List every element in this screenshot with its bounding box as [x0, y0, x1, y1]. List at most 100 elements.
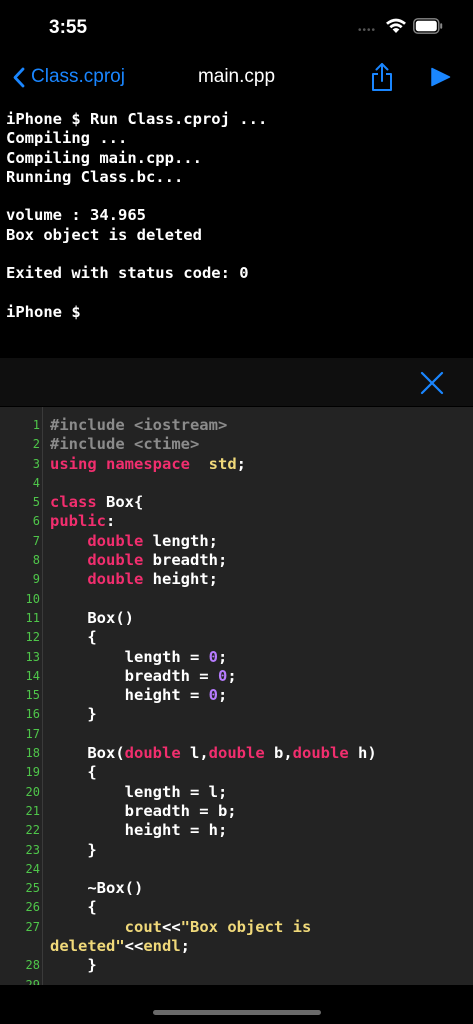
cellular-signal-icon: ••••: [358, 25, 377, 36]
code-line: 9 double height;: [0, 570, 473, 589]
code-line-text: breadth = 0;: [50, 667, 237, 686]
bottom-bar: [0, 985, 473, 1024]
code-line: 27 cout<<"Box object is deleted"<<endl;: [0, 918, 473, 957]
line-number: 4: [32, 475, 40, 490]
code-token: height;: [143, 570, 218, 589]
play-icon[interactable]: [430, 67, 451, 87]
code-token: ;: [217, 686, 228, 705]
code-token: std: [208, 454, 237, 473]
line-number: 23: [25, 842, 40, 857]
code-line-text: height = h;: [50, 821, 228, 840]
code-token: double: [208, 744, 265, 763]
code-line: 1 #include <iostream>: [0, 416, 473, 435]
code-line: 8 double breadth;: [0, 551, 473, 570]
code-token: length;: [143, 531, 218, 550]
code-token: h): [348, 744, 377, 763]
code-line: 18 Box(double l,double b,double h): [0, 744, 473, 763]
share-icon[interactable]: [370, 62, 394, 92]
code-line-text: }: [50, 956, 96, 975]
code-line: 22 height = h;: [0, 821, 473, 840]
code-line-text: class Box{: [50, 493, 143, 512]
line-number: 6: [32, 514, 40, 529]
code-line-wrap: deleted"<<endl;: [50, 937, 190, 956]
code-line: 6 public:: [0, 512, 473, 531]
line-number: 19: [25, 765, 40, 780]
code-token: #include <iostream>: [50, 416, 228, 434]
code-text[interactable]: 1 #include <iostream> 2 #include <ctime> 3 us…: [0, 416, 473, 985]
code-token: <<: [124, 937, 144, 956]
code-line-text: double length;: [50, 532, 218, 551]
line-number: 21: [25, 803, 40, 818]
code-line-text: cout<<"Box object is: [50, 918, 312, 937]
code-line: 28 }: [0, 956, 473, 975]
code-token: public: [50, 512, 106, 531]
code-line-text: length = 0;: [50, 647, 228, 667]
code-line-text: using namespace std;: [50, 455, 246, 474]
code-line: 20 length = l;: [0, 783, 473, 802]
code-token: length =: [50, 647, 209, 666]
console-line: Exited with status code: 0: [6, 264, 249, 283]
line-number: 11: [25, 610, 40, 625]
line-number: 24: [25, 861, 40, 876]
back-button[interactable]: Class.cproj: [12, 66, 125, 88]
code-token: b,: [264, 744, 293, 763]
code-line: 21 breadth = b;: [0, 802, 473, 821]
line-number: 27: [25, 919, 40, 934]
code-line-text: breadth = b;: [50, 802, 237, 821]
code-line: 11 Box(): [0, 609, 473, 628]
code-token: double: [87, 531, 144, 550]
code-line-text: Box(double l,double b,double h): [50, 744, 377, 763]
code-token: double: [87, 551, 144, 570]
console-line: Compiling ...: [6, 129, 128, 148]
code-token: 0: [217, 666, 228, 685]
code-token: }: [50, 705, 97, 724]
code-line-text: double height;: [50, 570, 218, 589]
code-line-text: #include <ctime>: [50, 435, 199, 454]
code-line: 7 double length;: [0, 532, 473, 551]
code-editor[interactable]: 1 #include <iostream> 2 #include <ctime> 3 us…: [0, 407, 473, 985]
code-line-text: height = 0;: [50, 686, 228, 705]
code-line-text: }: [50, 705, 97, 724]
line-number: 3: [32, 456, 40, 471]
code-line-text: {: [50, 763, 96, 782]
line-number: 22: [25, 823, 40, 838]
line-number: 17: [25, 726, 40, 741]
code-line-text: double breadth;: [50, 551, 227, 570]
code-line: 24: [0, 860, 473, 879]
line-number: 13: [25, 649, 40, 664]
code-token: l,: [180, 744, 209, 763]
code-token: ;: [180, 937, 190, 956]
code-line: 26 {: [0, 898, 473, 917]
line-number: 16: [25, 707, 40, 722]
code-token: Box{: [96, 493, 144, 512]
close-icon[interactable]: [419, 370, 445, 396]
code-token: height = h;: [50, 821, 228, 840]
code-token: double: [124, 744, 181, 763]
wifi-icon: [386, 18, 406, 33]
code-token: {: [50, 628, 97, 647]
code-token: double: [87, 570, 144, 589]
code-token: ;: [227, 666, 237, 685]
home-indicator[interactable]: [153, 1010, 321, 1015]
code-token: deleted": [50, 937, 125, 956]
code-line-text: {: [50, 898, 96, 917]
battery-icon: [413, 18, 443, 34]
console-line: volume : 34.965: [6, 206, 146, 225]
status-bar: 3:55 ••••: [0, 0, 473, 54]
navigation-bar: Class.cproj main.cpp: [0, 54, 473, 100]
code-line: 29: [0, 976, 473, 985]
code-token: breadth = b;: [50, 801, 237, 820]
status-time: 3:55: [49, 17, 88, 38]
code-line: 10: [0, 590, 473, 609]
code-line-text: length = l;: [50, 783, 228, 802]
code-line: 2 #include <ctime>: [0, 435, 473, 454]
code-token: ;: [236, 454, 246, 473]
code-token: :: [106, 512, 116, 531]
code-line: 19 {: [0, 763, 473, 782]
code-line-text: Box(): [50, 609, 134, 628]
code-line: 14 breadth = 0;: [0, 667, 473, 686]
